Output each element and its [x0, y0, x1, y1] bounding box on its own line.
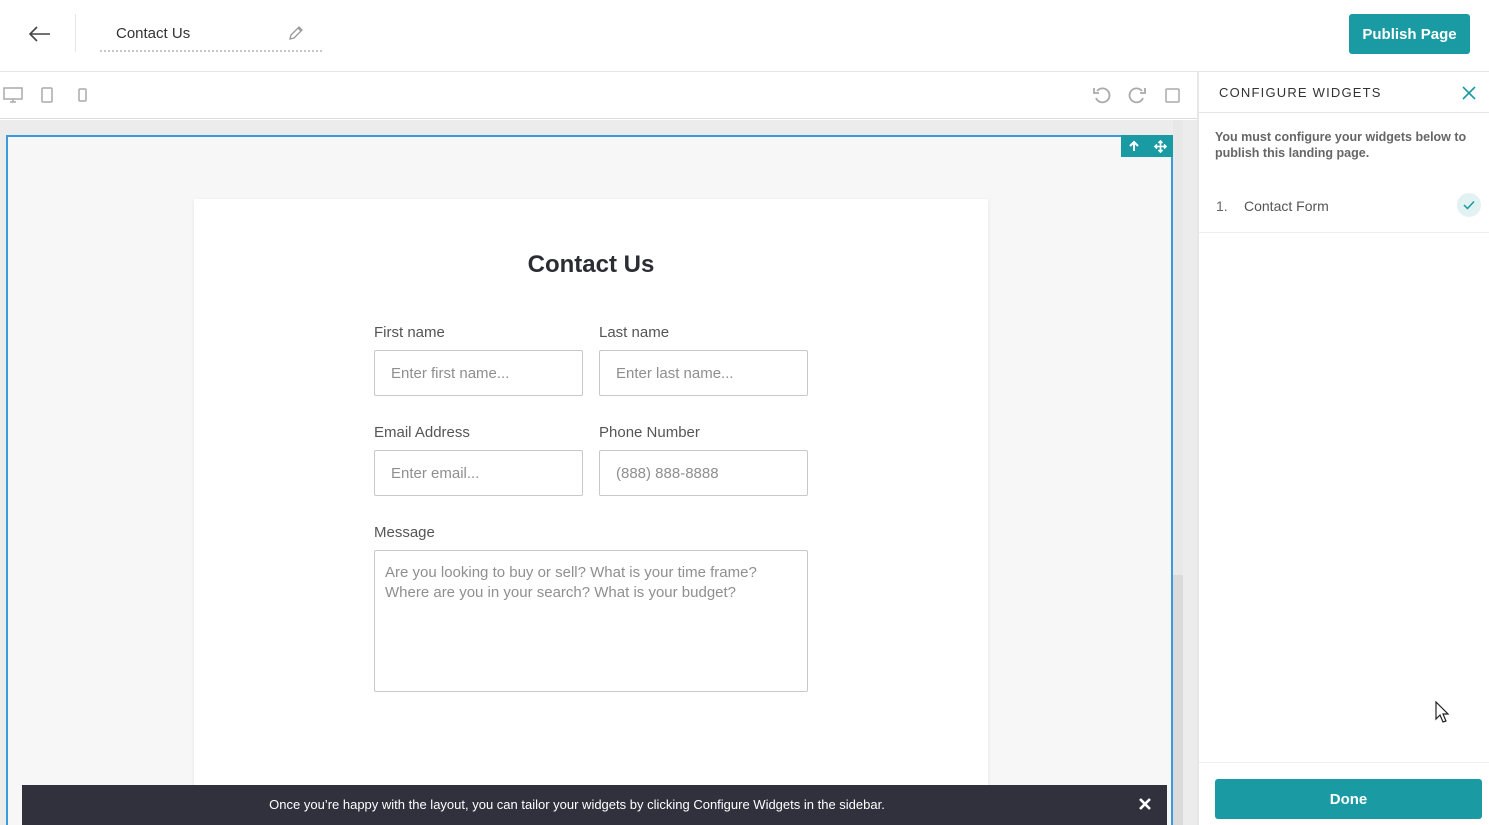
last-name-label: Last name	[599, 324, 670, 341]
banner-text: Once you’re happy with the layout, you c…	[269, 797, 885, 812]
move-up-button[interactable]	[1121, 135, 1147, 157]
form-title: Contact Us	[527, 251, 655, 278]
top-bar: Contact Us Publish Page	[0, 0, 1489, 72]
fullscreen-button[interactable]	[1161, 84, 1183, 106]
sidebar-title: CONFIGURE WIDGETS	[1219, 85, 1382, 100]
first-name-label: First name	[374, 324, 445, 341]
widget-item-contact-form[interactable]: 1. Contact Form	[1199, 182, 1489, 233]
configure-notice: You must configure your widgets below to…	[1215, 130, 1467, 160]
phone-input[interactable]	[599, 450, 808, 496]
email-label: Email Address	[374, 424, 470, 441]
arrow-up-icon	[1129, 140, 1139, 151]
divider	[75, 14, 76, 52]
sidebar-footer: Done	[1199, 762, 1489, 825]
editor-toolbar	[0, 72, 1197, 119]
check-icon	[1463, 200, 1475, 210]
widget-number: 1.	[1216, 198, 1228, 214]
close-icon[interactable]	[1461, 85, 1477, 101]
close-icon[interactable]	[1137, 796, 1153, 812]
undo-icon	[1093, 87, 1111, 104]
phone-label: Phone Number	[599, 424, 700, 441]
editor-canvas: Contact Us First name Last name Email Ad…	[0, 120, 1197, 825]
arrow-left-icon	[29, 26, 50, 42]
message-textarea[interactable]	[374, 550, 808, 692]
mobile-icon	[77, 88, 87, 102]
publish-page-button[interactable]: Publish Page	[1349, 14, 1470, 54]
done-button[interactable]: Done	[1215, 779, 1482, 819]
message-label: Message	[374, 524, 435, 541]
page-title: Contact Us	[116, 25, 191, 42]
desktop-view-button[interactable]	[2, 84, 24, 106]
tablet-icon	[41, 87, 53, 103]
tablet-view-button[interactable]	[36, 84, 58, 106]
contact-form-card: Contact Us First name Last name Email Ad…	[194, 199, 988, 825]
desktop-icon	[3, 87, 23, 103]
status-badge	[1457, 193, 1481, 217]
scrollbar-thumb[interactable]	[1173, 575, 1183, 825]
first-name-input[interactable]	[374, 350, 583, 396]
back-button[interactable]	[22, 18, 58, 50]
pencil-icon[interactable]	[287, 24, 305, 42]
mobile-view-button[interactable]	[71, 84, 93, 106]
email-input[interactable]	[374, 450, 583, 496]
mouse-cursor-icon	[1435, 701, 1449, 723]
fullscreen-icon	[1164, 87, 1180, 103]
drag-handle[interactable]	[1147, 135, 1173, 157]
last-name-input[interactable]	[599, 350, 808, 396]
widget-label: Contact Form	[1244, 198, 1329, 214]
undo-button[interactable]	[1091, 84, 1113, 106]
page-title-field[interactable]: Contact Us	[100, 18, 322, 52]
sidebar-header: CONFIGURE WIDGETS	[1199, 72, 1489, 113]
hint-banner: Once you’re happy with the layout, you c…	[22, 785, 1167, 825]
redo-button[interactable]	[1126, 84, 1148, 106]
move-icon	[1153, 139, 1167, 153]
section-controls	[1121, 135, 1173, 157]
selected-section[interactable]: Contact Us First name Last name Email Ad…	[6, 135, 1173, 825]
redo-icon	[1128, 87, 1146, 104]
